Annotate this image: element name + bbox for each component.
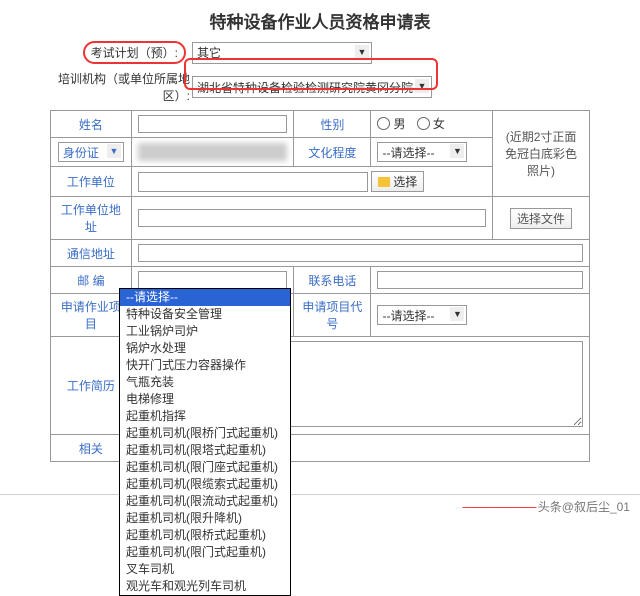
org-value: 湖北省特种设备检验检测研究院黄冈分院 <box>197 79 413 96</box>
folder-icon <box>378 177 390 187</box>
exam-plan-value: 其它 <box>197 44 221 61</box>
dropdown-option[interactable]: 起重机司机(限流动式起重机) <box>120 493 290 510</box>
dropdown-option[interactable]: 工业锅炉司炉 <box>120 323 290 340</box>
photo-box: (近期2寸正面 免冠白底彩色 照片) <box>493 111 590 197</box>
label-code: 申请项目代号 <box>294 294 371 337</box>
chevron-down-icon: ▼ <box>450 144 464 158</box>
plan-label: 考试计划（预）: <box>83 41 186 64</box>
org-label: 培训机构（或单位所属地区）: <box>50 70 192 104</box>
page-title: 特种设备作业人员资格申请表 <box>50 8 590 33</box>
dropdown-option[interactable]: 起重机司机(限门式起重机) <box>120 544 290 561</box>
dropdown-option[interactable]: 特种设备安全管理 <box>120 306 290 323</box>
choose-file-button[interactable]: 选择文件 <box>510 208 572 229</box>
label-name: 姓名 <box>51 111 132 138</box>
chevron-down-icon: ▼ <box>450 307 464 321</box>
proj-dropdown-list[interactable]: --请选择--特种设备安全管理工业锅炉司炉锅炉水处理快开门式压力容器操作气瓶充装… <box>119 288 291 596</box>
mailaddr-input[interactable] <box>138 244 583 262</box>
dropdown-option[interactable]: 起重机司机(限缆索式起重机) <box>120 476 290 493</box>
label-mailaddr: 通信地址 <box>51 240 132 267</box>
code-select[interactable]: --请选择--▼ <box>377 305 467 325</box>
phone-input[interactable] <box>377 271 583 289</box>
dropdown-option[interactable]: 起重机司机(限门座式起重机) <box>120 459 290 476</box>
radio-female[interactable]: 女 <box>417 115 445 132</box>
label-phone: 联系电话 <box>294 267 371 294</box>
org-select[interactable]: 湖北省特种设备检验检测研究院黄冈分院 ▼ <box>192 76 432 98</box>
edu-select[interactable]: --请选择--▼ <box>377 142 467 162</box>
idtype-select[interactable]: 身份证▼ <box>58 142 124 162</box>
chevron-down-icon: ▼ <box>355 45 369 59</box>
dropdown-option[interactable]: 叉车司机 <box>120 561 290 578</box>
dropdown-option[interactable]: 起重机司机(限桥门式起重机) <box>120 425 290 442</box>
label-workaddr: 工作单位地址 <box>51 197 132 240</box>
dropdown-option[interactable]: 起重机指挥 <box>120 408 290 425</box>
postcode-input[interactable] <box>138 271 287 289</box>
watermark: —————— 头条@叙后尘_01 <box>462 498 630 515</box>
radio-male[interactable]: 男 <box>377 115 405 132</box>
dropdown-option[interactable]: 起重机司机(限塔式起重机) <box>120 442 290 459</box>
chevron-down-icon: ▼ <box>415 79 429 93</box>
dropdown-option[interactable]: 起重机司机(限桥式起重机) <box>120 527 290 544</box>
footer-divider <box>0 494 640 495</box>
dropdown-option[interactable]: 锅炉水处理 <box>120 340 290 357</box>
dropdown-option[interactable]: 观光车和观光列车司机 <box>120 578 290 595</box>
chevron-down-icon: ▼ <box>107 144 121 158</box>
exam-plan-select[interactable]: 其它 ▼ <box>192 42 372 64</box>
dropdown-option[interactable]: 快开门式压力容器操作 <box>120 357 290 374</box>
arrow-line: —————— <box>462 498 534 514</box>
dropdown-option[interactable]: 气瓶充装 <box>120 374 290 391</box>
workunit-select-button[interactable]: 选择 <box>371 171 424 192</box>
name-input[interactable] <box>138 115 287 133</box>
label-sex: 性别 <box>294 111 371 138</box>
idnum-blurred <box>138 143 287 161</box>
label-workunit: 工作单位 <box>51 167 132 197</box>
dropdown-option[interactable]: --请选择-- <box>120 289 290 306</box>
workunit-input[interactable] <box>138 172 368 192</box>
workaddr-input[interactable] <box>138 209 486 227</box>
label-edu: 文化程度 <box>294 138 371 167</box>
dropdown-option[interactable]: 电梯修理 <box>120 391 290 408</box>
